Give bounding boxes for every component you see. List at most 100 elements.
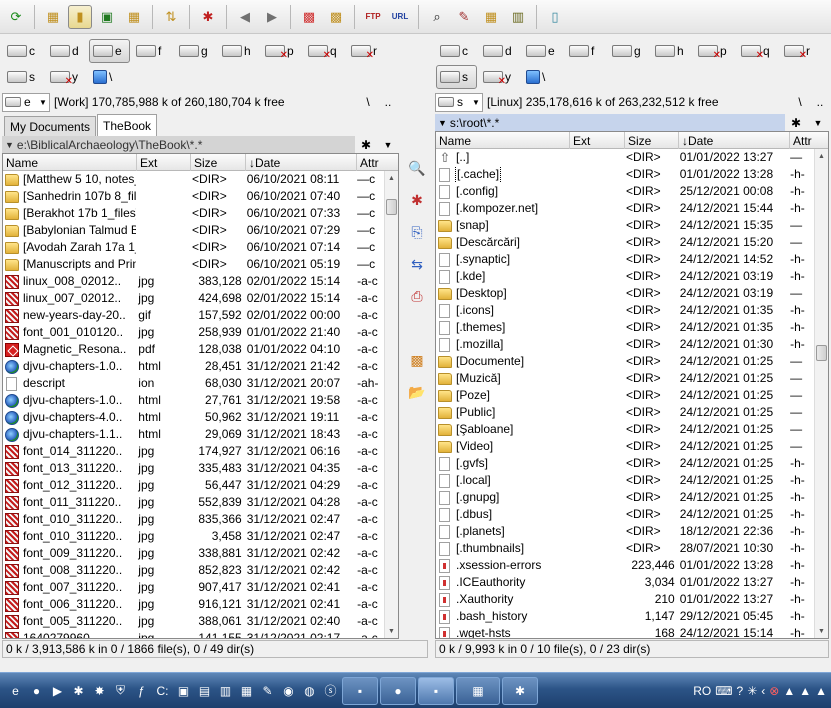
col-size[interactable]: Size	[191, 154, 246, 171]
file-row[interactable]: [Sanhedrin 107b 8_files] <DIR> 06/10/2021 …	[3, 188, 384, 205]
shield-icon[interactable]: ⛨	[111, 681, 130, 700]
paint-icon[interactable]: ▣	[174, 681, 193, 700]
file-row[interactable]: [Public] <DIR> 24/12/2021 01:25 —	[436, 404, 814, 421]
file-row[interactable]: [Poze] <DIR> 24/12/2021 01:25 —	[436, 387, 814, 404]
file-row[interactable]: djvu-chapters-1.0.. html 28,451 31/12/2021 …	[3, 358, 384, 375]
file-row[interactable]: [Manuscripts and Prints in ..] <DIR> 06/10…	[3, 256, 384, 273]
drive-button-p[interactable]: p	[261, 39, 302, 63]
scroll-down-icon[interactable]: ▼	[815, 624, 828, 638]
file-row[interactable]: [Berakhot 17b 1_files] <DIR> 06/10/2021 07…	[3, 205, 384, 222]
pack-button[interactable]: ▩	[297, 5, 321, 29]
forward-button[interactable]: ▶	[260, 5, 284, 29]
copy-file-button[interactable]: ⎘	[407, 222, 427, 242]
scroll-up-icon[interactable]: ▲	[815, 149, 828, 163]
tab-my-documents[interactable]: My Documents	[4, 116, 97, 136]
drive-button-y[interactable]: y	[46, 65, 87, 89]
image-icon[interactable]: ▲	[815, 684, 827, 698]
col-attr[interactable]: Attr	[790, 132, 828, 149]
drive-button-g[interactable]: g	[175, 39, 216, 63]
edit-file-button[interactable]: ✱	[407, 190, 427, 210]
file-row[interactable]: [Babylonian Talmud Berak..] <DIR> 06/10/20…	[3, 222, 384, 239]
drive-button-q[interactable]: q	[737, 39, 778, 63]
right-file-panel[interactable]: Name Ext Size ↓Date Attr ⇧ [..] <DIR> 01/01…	[435, 131, 829, 639]
back-button[interactable]: ◀	[233, 5, 257, 29]
file-row[interactable]: font_007_311220.. jpg 907,417 31/12/2021 02…	[3, 579, 384, 596]
file-row[interactable]: [.dbus] <DIR> 24/12/2021 01:25 -h-	[436, 506, 814, 523]
file-row[interactable]: .bash_history 1,147 29/12/2021 05:45 -h-	[436, 608, 814, 625]
file-row[interactable]: [.themes] <DIR> 24/12/2021 01:35 -h-	[436, 319, 814, 336]
tray-icon[interactable]: ✳	[747, 684, 757, 698]
compare-button[interactable]: ▥	[506, 5, 530, 29]
taskbar-button[interactable]: ✱	[502, 676, 538, 705]
file-row[interactable]: font_009_311220.. jpg 338,881 31/12/2021 02…	[3, 545, 384, 562]
file-row[interactable]: [.icons] <DIR> 24/12/2021 01:35 -h-	[436, 302, 814, 319]
sync-dirs-button[interactable]: ▦	[479, 5, 503, 29]
move-file-button[interactable]: ⇆	[407, 254, 427, 274]
select-button[interactable]: ✱	[196, 5, 220, 29]
right-hotlist-button[interactable]: ▼	[807, 114, 829, 131]
col-date[interactable]: ↓Date	[679, 132, 790, 149]
drive-button-c[interactable]: c	[436, 39, 477, 63]
drive-button-d[interactable]: d	[479, 39, 520, 63]
file-row[interactable]: new-years-day-20.. gif 157,592 02/01/2022 0…	[3, 307, 384, 324]
image-icon[interactable]: ▲	[783, 684, 795, 698]
ie-icon[interactable]: e	[6, 681, 25, 700]
drive-button-e[interactable]: e	[89, 39, 130, 63]
file-row[interactable]: font_005_311220.. jpg 388,061 31/12/2021 02…	[3, 613, 384, 630]
drive-button-y[interactable]: y	[479, 65, 520, 89]
bug-icon[interactable]: ✱	[69, 681, 88, 700]
file-row[interactable]: 1640279960 jpg 141,155 31/12/2021 02:17 -a-c	[3, 630, 384, 638]
right-root-button[interactable]: \	[790, 92, 810, 112]
skype-icon[interactable]: ⓢ	[321, 681, 340, 700]
full-view-button[interactable]: ▮	[68, 4, 92, 29]
right-history-button[interactable]: ✱	[785, 114, 807, 131]
command-line[interactable]	[0, 660, 831, 672]
network-icon[interactable]: ⌨	[715, 684, 732, 698]
keyboard-icon[interactable]: ▦	[237, 681, 256, 700]
file-row[interactable]: font_008_311220.. jpg 852,823 31/12/2021 02…	[3, 562, 384, 579]
file-row[interactable]: [Avodah Zarah 17a 1_files] <DIR> 06/10/202…	[3, 239, 384, 256]
file-row[interactable]: font_014_311220.. jpg 174,927 31/12/2021 06…	[3, 443, 384, 460]
file-row[interactable]: [Matthew 5 10, notes_files] <DIR> 06/10/20…	[3, 171, 384, 188]
file-row[interactable]: djvu-chapters-4.0.. html 50,962 31/12/2021 …	[3, 409, 384, 426]
scroll-up-icon[interactable]: ▲	[385, 171, 398, 185]
file-row[interactable]: .xsession-errors 223,446 01/01/2022 13:28 -…	[436, 557, 814, 574]
file-row[interactable]: linux_007_02012.. jpg 424,698 02/01/2022 15…	[3, 290, 384, 307]
drive-button-f[interactable]: f	[565, 39, 606, 63]
file-row[interactable]: [.gnupg] <DIR> 24/12/2021 01:25 -h-	[436, 489, 814, 506]
left-history-button[interactable]: ✱	[355, 136, 377, 153]
search-button[interactable]: ⌕	[425, 5, 449, 29]
drive-button-r[interactable]: r	[780, 39, 821, 63]
new-folder-button[interactable]: 📂	[407, 382, 427, 402]
file-row[interactable]: font_012_311220.. jpg 56,447 31/12/2021 04:…	[3, 477, 384, 494]
right-scrollbar[interactable]: ▲ ▼	[814, 149, 828, 638]
tab-thebook[interactable]: TheBook	[97, 114, 158, 136]
file-row[interactable]: [Documente] <DIR> 24/12/2021 01:25 —	[436, 353, 814, 370]
view-file-button[interactable]: 🔍	[407, 158, 427, 178]
file-row[interactable]: [Video] <DIR> 24/12/2021 01:25 —	[436, 438, 814, 455]
file-row[interactable]: [.kde] <DIR> 24/12/2021 03:19 -h-	[436, 268, 814, 285]
left-current-path[interactable]: ▼ e:\BiblicalArchaeology\TheBook\*.*	[2, 136, 355, 153]
file-row[interactable]: .Xauthority 210 01/01/2022 13:27 -h-	[436, 591, 814, 608]
col-name[interactable]: Name	[436, 132, 570, 149]
file-row[interactable]: [.local] <DIR> 24/12/2021 01:25 -h-	[436, 472, 814, 489]
file-row[interactable]: .wget-hsts 168 24/12/2021 15:14 -h-	[436, 625, 814, 638]
col-name[interactable]: Name	[3, 154, 137, 171]
drive-button-p[interactable]: p	[694, 39, 735, 63]
ftp-button[interactable]: FTP	[361, 5, 385, 29]
drive-button-h[interactable]: h	[218, 39, 259, 63]
language-indicator[interactable]: RO	[693, 684, 711, 698]
filter-button[interactable]: ⇅	[159, 5, 183, 29]
file-row[interactable]: font_006_311220.. jpg 916,121 31/12/2021 02…	[3, 596, 384, 613]
file-row[interactable]: [.synaptic] <DIR> 24/12/2021 14:52 -h-	[436, 251, 814, 268]
taskbar-button[interactable]: ▦	[456, 676, 500, 705]
file-row[interactable]: [Muzică] <DIR> 24/12/2021 01:25 —	[436, 370, 814, 387]
file-row[interactable]: linux_008_02012.. jpg 383,128 02/01/2022 15…	[3, 273, 384, 290]
file-row[interactable]: [Desktop] <DIR> 24/12/2021 03:19 —	[436, 285, 814, 302]
file-row[interactable]: font_001_010120.. jpg 258,939 01/01/2022 21…	[3, 324, 384, 341]
notepad-button[interactable]: ▯	[543, 5, 567, 29]
file-row[interactable]: ⇧ [..] <DIR> 01/01/2022 13:27 —	[436, 149, 814, 166]
file-row[interactable]: Magnetic_Resona.. pdf 128,038 01/01/2022 04…	[3, 341, 384, 358]
close-icon[interactable]: ⊗	[769, 684, 779, 698]
drive-button-f[interactable]: f	[132, 39, 173, 63]
